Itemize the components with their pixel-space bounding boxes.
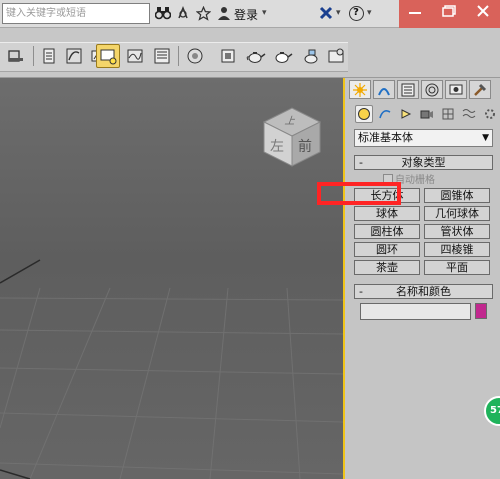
undo-icon[interactable] xyxy=(4,44,28,68)
category-select-value: 标准基本体 xyxy=(358,131,413,144)
title-bar: 键入关键字或短语 登录 ▾ ▾ ? ▾ xyxy=(0,0,500,28)
teapot-button[interactable]: 茶壶 xyxy=(354,260,420,275)
cameras-icon[interactable] xyxy=(418,105,436,123)
exchange-x-icon[interactable] xyxy=(317,4,335,22)
object-name-input[interactable] xyxy=(360,303,471,320)
material-browser-icon[interactable] xyxy=(183,44,207,68)
helpers-icon[interactable] xyxy=(439,105,457,123)
star-icon[interactable] xyxy=(194,4,212,22)
active-shade-icon[interactable] xyxy=(299,44,323,68)
environment-icon[interactable] xyxy=(324,44,348,68)
command-panel: 标准基本体 ▼ - 对象类型 自动栅格 长方体 圆锥体 球体 几何球体 圆柱体 … xyxy=(343,78,500,479)
teapot-icon[interactable] xyxy=(271,44,295,68)
utilities-tab-icon[interactable] xyxy=(469,80,491,99)
tube-button[interactable]: 管状体 xyxy=(424,224,490,239)
chevron-down-icon[interactable]: ▾ xyxy=(336,8,341,18)
toolbar-separator xyxy=(178,46,179,66)
minimize-icon[interactable] xyxy=(399,0,431,22)
chevron-down-icon: ▼ xyxy=(482,133,489,143)
hierarchy-tab-icon[interactable] xyxy=(397,80,419,99)
viewcube-front-label[interactable]: 前 xyxy=(298,136,312,156)
plane-button[interactable]: 平面 xyxy=(424,260,490,275)
login-label[interactable]: 登录 xyxy=(234,6,258,23)
annotation-highlight-box xyxy=(317,182,401,205)
object-type-rollout-header[interactable]: - 对象类型 xyxy=(354,155,493,170)
lights-icon[interactable] xyxy=(397,105,415,123)
close-icon[interactable] xyxy=(467,0,499,22)
track-view-icon[interactable] xyxy=(123,44,147,68)
systems-icon[interactable] xyxy=(481,105,499,123)
space-warps-icon[interactable] xyxy=(460,105,478,123)
perspective-viewport[interactable]: 上 左 前 xyxy=(0,78,343,479)
layer-icon[interactable] xyxy=(37,44,61,68)
chevron-down-icon[interactable]: ▾ xyxy=(262,8,267,18)
cylinder-button[interactable]: 圆柱体 xyxy=(354,224,420,239)
user-icon[interactable] xyxy=(215,4,233,22)
object-type-title: 对象类型 xyxy=(401,156,446,169)
name-color-title: 名称和颜色 xyxy=(396,285,451,298)
object-color-swatch[interactable] xyxy=(475,303,487,319)
render-frame-icon[interactable] xyxy=(216,44,240,68)
pyramid-button[interactable]: 四棱锥 xyxy=(424,242,490,257)
modify-tab-icon[interactable] xyxy=(373,80,395,99)
subscription-icon[interactable] xyxy=(174,4,192,22)
display-tab-icon[interactable] xyxy=(445,80,467,99)
create-tab-icon[interactable] xyxy=(349,80,371,99)
material-editor-button[interactable] xyxy=(96,44,120,68)
curve-icon[interactable] xyxy=(62,44,86,68)
window-controls xyxy=(399,0,500,28)
sphere-button[interactable]: 球体 xyxy=(354,206,420,221)
torus-button[interactable]: 圆环 xyxy=(354,242,420,257)
search-input[interactable]: 键入关键字或短语 xyxy=(2,3,150,24)
render-setup-icon[interactable] xyxy=(150,44,174,68)
motion-tab-icon[interactable] xyxy=(421,80,443,99)
shapes-icon[interactable] xyxy=(376,105,394,123)
name-color-rollout-header[interactable]: - 名称和颜色 xyxy=(354,284,493,299)
teapot-render-icon[interactable] xyxy=(244,44,268,68)
autogrid-label: 自动栅格 xyxy=(395,175,435,186)
chevron-down-icon[interactable]: ▾ xyxy=(367,8,372,18)
toolbar-separator xyxy=(33,46,34,66)
restore-icon[interactable] xyxy=(433,0,465,22)
main-toolbar xyxy=(0,28,500,78)
viewcube[interactable]: 上 左 前 xyxy=(256,98,328,170)
help-icon[interactable]: ? xyxy=(347,4,365,22)
cone-button[interactable]: 圆锥体 xyxy=(424,188,490,203)
geosphere-button[interactable]: 几何球体 xyxy=(424,206,490,221)
object-category-select[interactable]: 标准基本体 ▼ xyxy=(354,129,493,147)
viewcube-left-label[interactable]: 左 xyxy=(270,136,284,156)
binoculars-icon[interactable] xyxy=(154,4,172,22)
geometry-icon[interactable] xyxy=(355,105,373,123)
